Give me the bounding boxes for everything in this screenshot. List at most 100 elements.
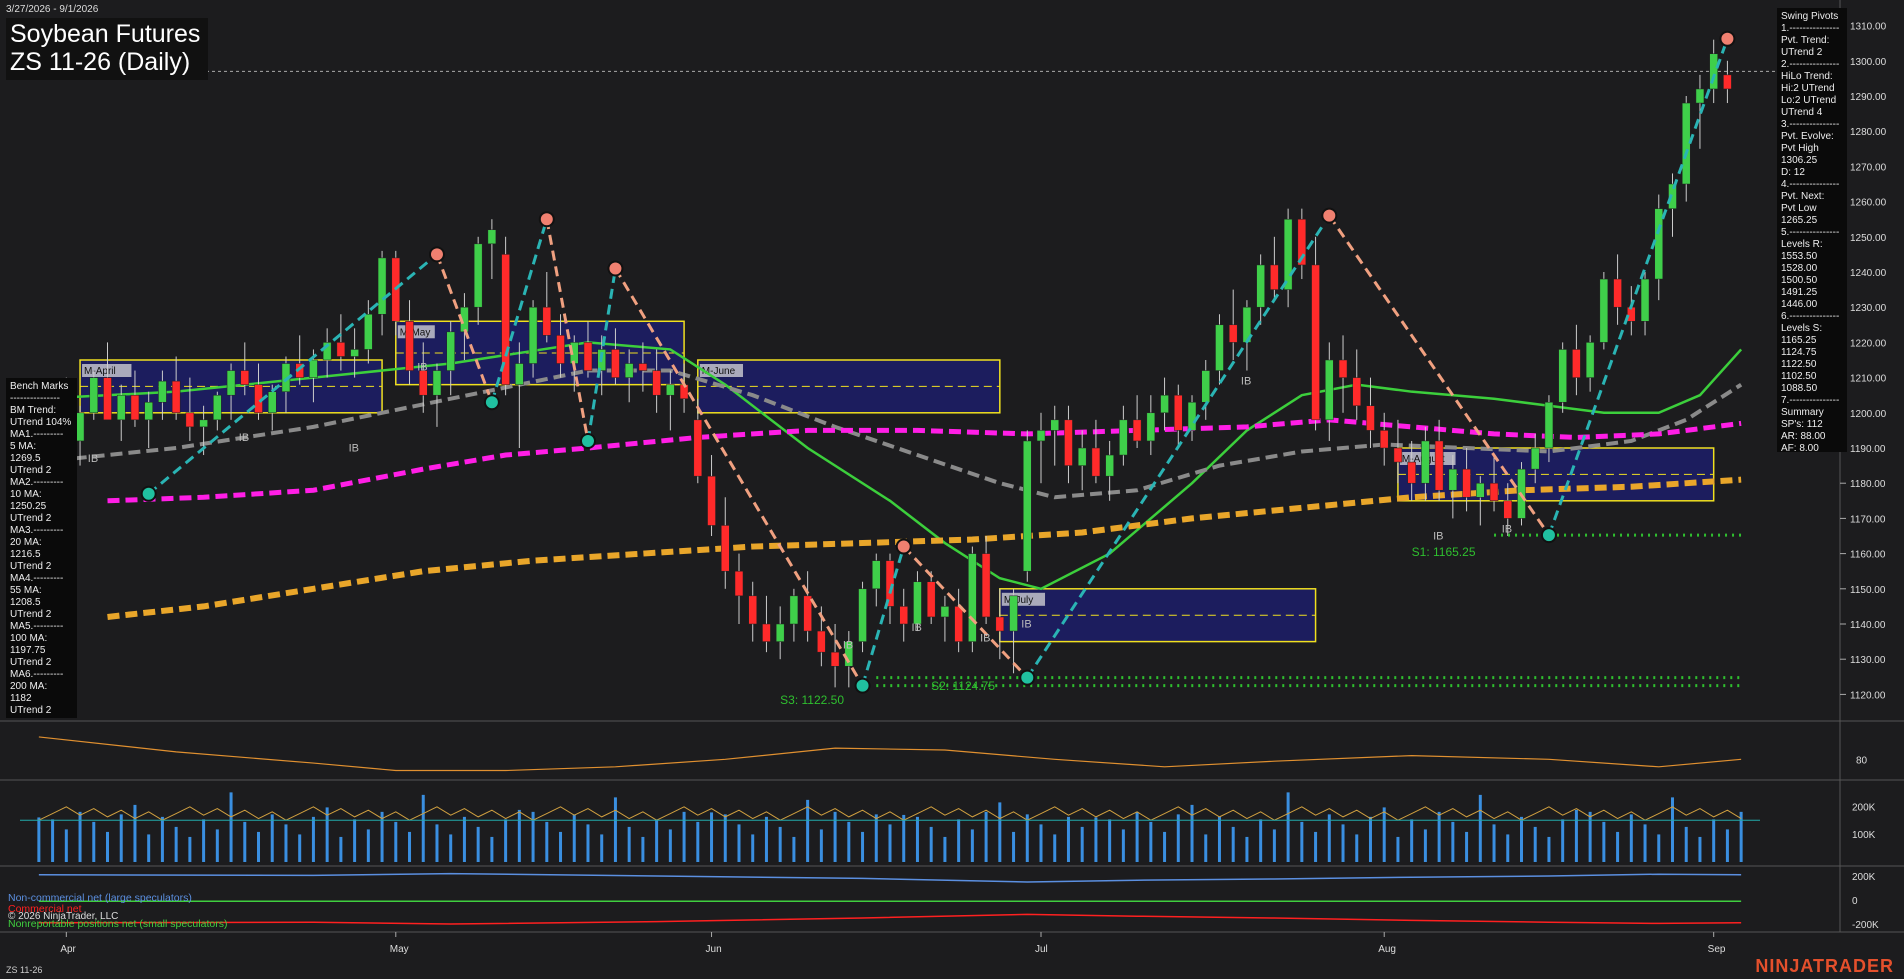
cot-series-line bbox=[38, 913, 1742, 925]
price-tick-label: 1150.00 bbox=[1850, 585, 1886, 596]
x-tick-label: May bbox=[390, 944, 409, 955]
cot-tick-label: -200K bbox=[1852, 920, 1879, 931]
price-tick-label: 1170.00 bbox=[1850, 514, 1886, 525]
candle-body bbox=[1654, 208, 1664, 280]
candle-body bbox=[1119, 419, 1128, 456]
candle-body bbox=[1558, 349, 1567, 403]
price-chart[interactable]: 1120.00 1130.00 1140.00 1150.00 1160.00 1170.… bbox=[0, 0, 1904, 979]
support-label: S2: 1124.75 bbox=[931, 679, 995, 693]
pivot-panel-line: D: 12 bbox=[1781, 167, 1805, 178]
candle-body bbox=[1640, 278, 1650, 322]
price-tick-label: 1240.00 bbox=[1850, 268, 1887, 279]
swing-pivot-dot bbox=[895, 538, 912, 555]
candle-body bbox=[583, 342, 593, 371]
candle-body bbox=[1105, 454, 1114, 477]
candle-body bbox=[418, 370, 428, 396]
price-tick-label: 1120.00 bbox=[1850, 690, 1886, 701]
price-tick-label: 1220.00 bbox=[1850, 338, 1887, 349]
candle-body bbox=[158, 380, 167, 403]
pivot-panel-line: 4.--------------- bbox=[1781, 179, 1840, 190]
bench-panel-line: Bench Marks bbox=[10, 381, 69, 392]
candle-body bbox=[775, 623, 785, 642]
pivot-panel-line: Swing Pivots bbox=[1781, 11, 1839, 22]
candle-body bbox=[1215, 324, 1224, 371]
bench-panel-line: BM Trend: bbox=[10, 405, 57, 416]
cot-tick-label: 200K bbox=[1852, 872, 1876, 883]
inside-bar-label: IB bbox=[417, 362, 427, 374]
price-tick-label: 1160.00 bbox=[1850, 550, 1886, 561]
candle-body bbox=[858, 588, 867, 642]
pivot-panel-line: Hi:2 UTrend bbox=[1781, 83, 1835, 94]
candle-body bbox=[1009, 595, 1018, 632]
candle-body bbox=[707, 475, 716, 526]
pivot-panel-line: 5.--------------- bbox=[1781, 227, 1840, 238]
candle-body bbox=[1448, 468, 1458, 491]
candle-body bbox=[762, 623, 771, 642]
price-tick-label: 1230.00 bbox=[1850, 303, 1887, 314]
chart-subtitle: ZS 11-26 (Daily) bbox=[10, 48, 191, 76]
candle-body bbox=[377, 257, 387, 315]
candle-body bbox=[1434, 440, 1444, 491]
bench-panel-line: UTrend 2 bbox=[10, 657, 52, 668]
candle-body bbox=[1407, 461, 1416, 484]
pivot-panel-line: UTrend 2 bbox=[1781, 47, 1823, 58]
cot-legend-nonreportable: Nonreportable positions net (small specu… bbox=[8, 918, 228, 930]
pivot-panel-line: 7.--------------- bbox=[1781, 395, 1840, 406]
candle-body bbox=[213, 394, 222, 421]
bench-panel-line: 5 MA: bbox=[10, 441, 37, 452]
bench-panel-line: MA5.--------- bbox=[10, 621, 64, 632]
bench-panel-line: UTrend 2 bbox=[10, 561, 52, 572]
candle-body bbox=[652, 370, 661, 396]
candle-body bbox=[693, 419, 703, 477]
x-tick-label: Jun bbox=[706, 944, 722, 955]
chart-title-box: Soybean Futures ZS 11-26 (Daily) bbox=[6, 18, 209, 80]
candle-body bbox=[171, 380, 181, 414]
candle-body bbox=[1695, 88, 1705, 104]
candle-body bbox=[144, 401, 153, 421]
swing-pivots-panel: Swing Pivots 1.--------------- Pvt. Trend:… bbox=[1777, 8, 1847, 454]
support-label: S1: 1165.25 bbox=[1412, 545, 1476, 559]
candle-body bbox=[1462, 468, 1471, 498]
cot-tick-label: 0 bbox=[1852, 896, 1858, 907]
pivot-panel-line: 1122.50 bbox=[1781, 359, 1817, 370]
pivot-panel-line: 3.--------------- bbox=[1781, 119, 1840, 130]
candle-body bbox=[1036, 430, 1046, 442]
candle-body bbox=[1421, 440, 1430, 484]
price-tick-label: 1260.00 bbox=[1850, 198, 1887, 209]
candle-body bbox=[1544, 401, 1554, 449]
pivot-panel-line: Pvt High bbox=[1781, 143, 1819, 154]
bench-panel-line: MA1.--------- bbox=[10, 429, 64, 440]
inside-bar-label: IB bbox=[980, 633, 990, 645]
candle-body bbox=[89, 377, 99, 414]
pivot-panel-line: 1265.25 bbox=[1781, 215, 1818, 226]
bench-panel-line: MA2.--------- bbox=[10, 477, 64, 488]
swing-zigzag-line bbox=[861, 546, 906, 687]
volume-tick-label: 100K bbox=[1852, 830, 1876, 841]
bench-panel-line: --------------- bbox=[10, 393, 60, 404]
swing-pivot-dot bbox=[579, 432, 596, 449]
bench-panel-line: MA4.--------- bbox=[10, 573, 64, 584]
candle-body bbox=[185, 412, 195, 428]
bench-panel-line: 20 MA: bbox=[10, 537, 42, 548]
pivot-panel-line: 1553.50 bbox=[1781, 251, 1818, 262]
swing-pivot-dot bbox=[607, 260, 624, 277]
candle-body bbox=[1709, 53, 1718, 90]
inside-bar-label: IB bbox=[239, 432, 249, 444]
cot-series-line bbox=[38, 872, 1742, 883]
support-label: S3: 1122.50 bbox=[780, 693, 844, 707]
pivot-panel-line: AF: 8.00 bbox=[1781, 443, 1819, 454]
price-tick-label: 1290.00 bbox=[1850, 92, 1887, 103]
candle-body bbox=[1489, 482, 1499, 502]
candle-body bbox=[1050, 419, 1059, 431]
candle-body bbox=[515, 363, 524, 385]
candle-body bbox=[1338, 359, 1348, 378]
candle-body bbox=[1077, 447, 1087, 466]
open-interest-line bbox=[38, 806, 1742, 821]
bench-marks-panel: Bench Marks --------------- BM Trend: UTren… bbox=[6, 378, 77, 718]
bench-panel-line: 1197.75 bbox=[10, 645, 46, 656]
pivot-panel-line: SP's: 112 bbox=[1781, 419, 1823, 430]
candle-body bbox=[1228, 324, 1238, 343]
inside-bar-label: IB bbox=[1021, 619, 1031, 631]
x-tick-label: Apr bbox=[60, 944, 76, 955]
candle-body bbox=[240, 370, 250, 385]
